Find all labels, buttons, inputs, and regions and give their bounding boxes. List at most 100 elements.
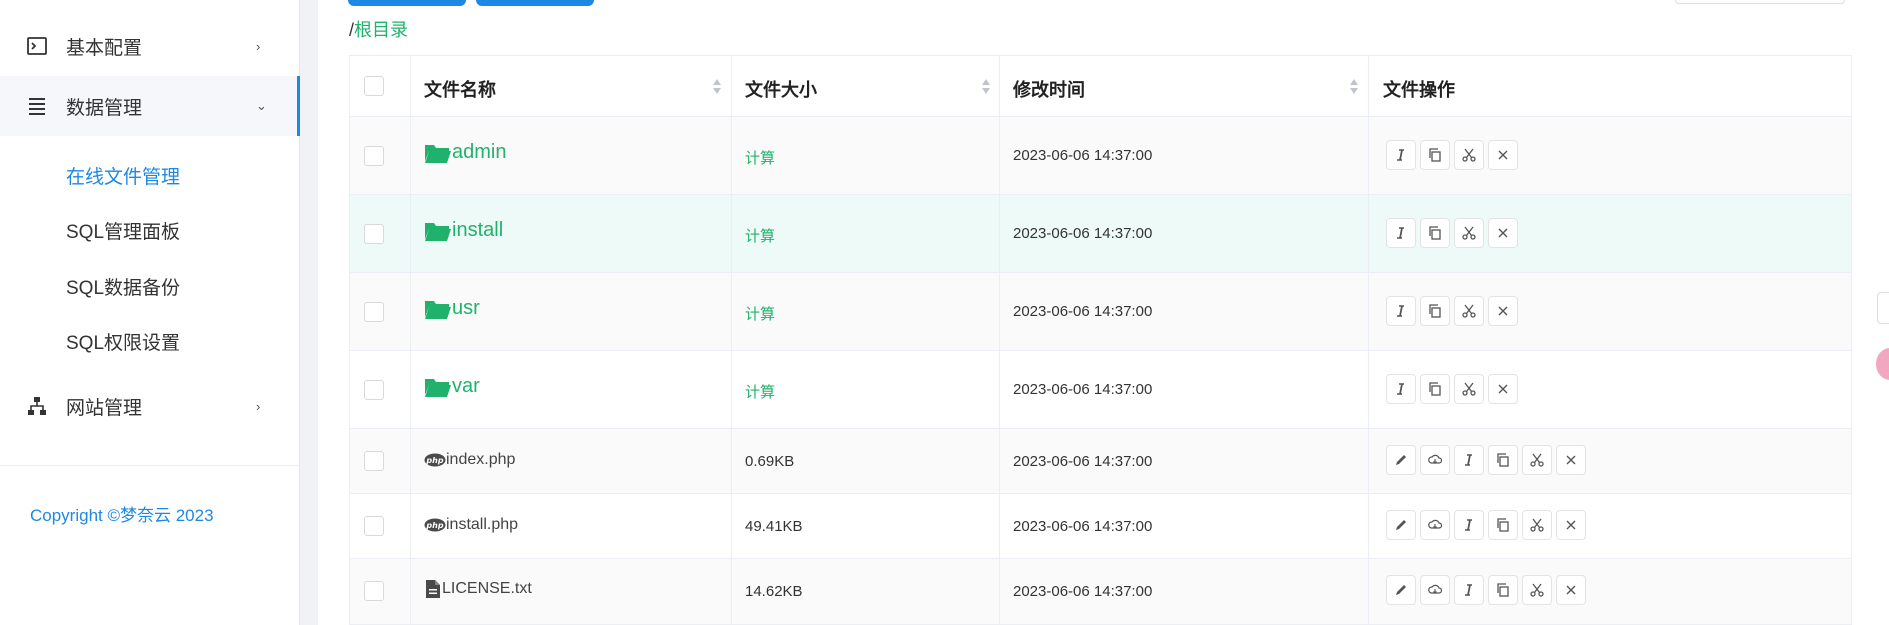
breadcrumb-root[interactable]: 根目录	[354, 20, 408, 40]
download-icon[interactable]	[1420, 445, 1450, 475]
size-calc-link[interactable]: 计算	[745, 225, 775, 246]
chevron-right-icon: ›	[256, 38, 261, 54]
download-icon[interactable]	[1420, 510, 1450, 540]
row-checkbox[interactable]	[364, 516, 384, 536]
copy-icon[interactable]	[1420, 218, 1450, 248]
text-file-icon	[426, 580, 440, 598]
row-checkbox[interactable]	[364, 380, 384, 400]
file-name-cell[interactable]: LICENSE.txt	[424, 579, 532, 599]
rename-icon[interactable]	[1454, 575, 1484, 605]
header-time[interactable]: 修改时间	[1013, 76, 1085, 102]
folder-name[interactable]: usr	[452, 297, 480, 320]
copy-icon[interactable]	[1488, 445, 1518, 475]
toolbar-button[interactable]	[348, 0, 466, 6]
delete-icon[interactable]	[1488, 374, 1518, 404]
folder-open-icon	[425, 222, 451, 241]
menu-label: 基本配置	[66, 37, 143, 59]
folder-name[interactable]: install	[452, 219, 503, 242]
cut-icon[interactable]	[1522, 510, 1552, 540]
side-widget[interactable]	[1877, 292, 1889, 324]
file-name-cell[interactable]: usr	[424, 297, 480, 320]
folder-name[interactable]: var	[452, 375, 480, 398]
size-calc-link[interactable]: 计算	[745, 147, 775, 168]
download-icon[interactable]	[1420, 575, 1450, 605]
delete-icon[interactable]	[1488, 296, 1518, 326]
toolbar-button[interactable]	[476, 0, 594, 6]
table-row[interactable]: admin 计算 2023-06-06 14:37:00	[349, 117, 1852, 195]
rename-icon[interactable]	[1386, 374, 1416, 404]
svg-text:php: php	[425, 521, 443, 530]
row-checkbox[interactable]	[364, 224, 384, 244]
size-calc-link[interactable]: 计算	[745, 303, 775, 324]
modified-time: 2023-06-06 14:37:00	[1013, 583, 1153, 600]
file-name-cell[interactable]: admin	[424, 141, 506, 164]
rename-icon[interactable]	[1454, 510, 1484, 540]
sort-icon[interactable]	[981, 79, 991, 95]
cut-icon[interactable]	[1454, 296, 1484, 326]
header-actions: 文件操作	[1383, 80, 1455, 100]
copy-icon[interactable]	[1420, 296, 1450, 326]
cut-icon[interactable]	[1454, 140, 1484, 170]
rename-icon[interactable]	[1386, 296, 1416, 326]
table-row[interactable]: usr 计算 2023-06-06 14:37:00	[349, 273, 1852, 351]
delete-icon[interactable]	[1556, 575, 1586, 605]
menu-item-basic-config[interactable]: 基本配置 ›	[0, 16, 300, 76]
file-name[interactable]: install.php	[446, 516, 518, 534]
edit-icon[interactable]	[1386, 445, 1416, 475]
modified-time: 2023-06-06 14:37:00	[1013, 518, 1153, 535]
file-name-cell[interactable]: php index.php	[424, 451, 515, 469]
rename-icon[interactable]	[1386, 218, 1416, 248]
cut-icon[interactable]	[1522, 575, 1552, 605]
copy-icon[interactable]	[1420, 140, 1450, 170]
file-name-cell[interactable]: php install.php	[424, 516, 518, 534]
edit-icon[interactable]	[1386, 575, 1416, 605]
table-row[interactable]: LICENSE.txt 14.62KB 2023-06-06 14:37:00	[349, 559, 1852, 625]
table-row[interactable]: var 计算 2023-06-06 14:37:00	[349, 351, 1852, 429]
delete-icon[interactable]	[1556, 510, 1586, 540]
column-divider	[1851, 55, 1852, 625]
menu-item-data-management[interactable]: 数据管理 ⌄	[0, 76, 300, 136]
table-row[interactable]: php index.php 0.69KB 2023-06-06 14:37:00	[349, 429, 1852, 494]
cut-icon[interactable]	[1522, 445, 1552, 475]
submenu-sql-panel[interactable]: SQL管理面板	[66, 217, 180, 244]
table-row[interactable]: php install.php 49.41KB 2023-06-06 14:37…	[349, 494, 1852, 559]
rename-icon[interactable]	[1386, 140, 1416, 170]
folder-open-icon	[425, 144, 451, 163]
size-calc-link[interactable]: 计算	[745, 381, 775, 402]
edit-icon[interactable]	[1386, 510, 1416, 540]
submenu-file-manager[interactable]: 在线文件管理	[66, 162, 180, 189]
file-name[interactable]: index.php	[446, 451, 515, 469]
rename-icon[interactable]	[1454, 445, 1484, 475]
folder-name[interactable]: admin	[452, 141, 506, 164]
delete-icon[interactable]	[1488, 218, 1518, 248]
column-divider	[349, 55, 350, 625]
table-row[interactable]: install 计算 2023-06-06 14:37:00	[349, 195, 1852, 273]
cut-icon[interactable]	[1454, 374, 1484, 404]
file-name[interactable]: LICENSE.txt	[442, 580, 532, 598]
header-size[interactable]: 文件大小	[745, 76, 817, 102]
sort-icon[interactable]	[1349, 79, 1359, 95]
row-checkbox[interactable]	[364, 581, 384, 601]
modified-time: 2023-06-06 14:37:00	[1013, 453, 1153, 470]
php-file-icon: php	[424, 518, 446, 532]
file-name-cell[interactable]: var	[424, 375, 480, 398]
submenu-sql-backup[interactable]: SQL数据备份	[66, 273, 180, 300]
submenu-sql-permissions[interactable]: SQL权限设置	[66, 328, 180, 355]
copy-icon[interactable]	[1488, 510, 1518, 540]
menu-item-site-management[interactable]: 网站管理 ›	[0, 376, 300, 436]
copy-icon[interactable]	[1488, 575, 1518, 605]
row-actions	[1386, 510, 1586, 540]
delete-icon[interactable]	[1556, 445, 1586, 475]
file-name-cell[interactable]: install	[424, 219, 503, 242]
cut-icon[interactable]	[1454, 218, 1484, 248]
search-input[interactable]	[1675, 0, 1845, 4]
modified-time: 2023-06-06 14:37:00	[1013, 303, 1153, 320]
select-all-checkbox[interactable]	[364, 76, 384, 96]
row-checkbox[interactable]	[364, 451, 384, 471]
row-checkbox[interactable]	[364, 302, 384, 322]
delete-icon[interactable]	[1488, 140, 1518, 170]
row-checkbox[interactable]	[364, 146, 384, 166]
sort-icon[interactable]	[712, 79, 722, 95]
copy-icon[interactable]	[1420, 374, 1450, 404]
header-name[interactable]: 文件名称	[424, 76, 496, 102]
